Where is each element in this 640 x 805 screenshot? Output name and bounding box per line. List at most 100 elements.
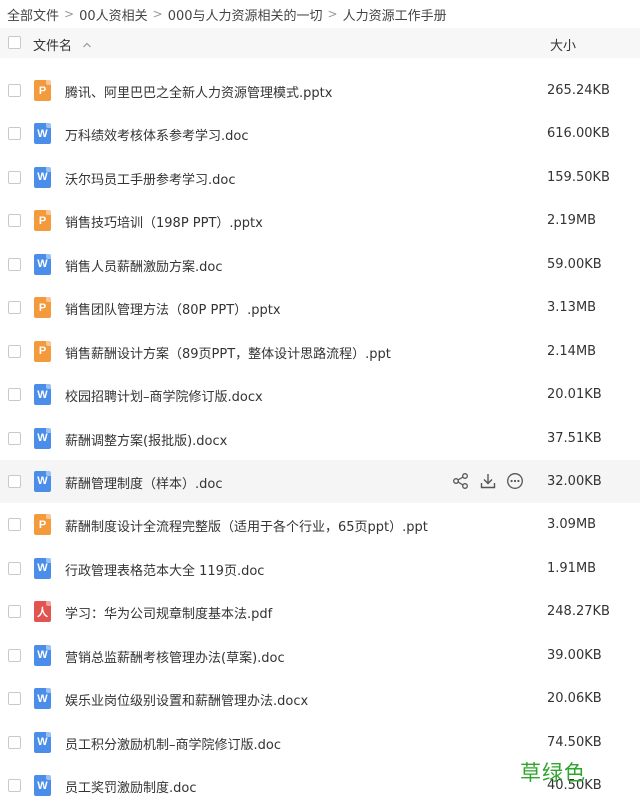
file-icon-letter: W [37, 127, 48, 140]
file-checkbox[interactable] [8, 257, 21, 271]
file-checkbox[interactable] [8, 648, 21, 662]
file-checkbox[interactable] [8, 561, 21, 575]
ppt-file-icon: P [34, 340, 51, 362]
word-file-icon: W [34, 731, 51, 753]
file-name[interactable]: 销售技巧培训（198P PPT）.pptx [65, 212, 263, 231]
file-icon-letter: P [38, 301, 47, 314]
share-icon[interactable] [452, 472, 470, 490]
file-icon-fold [46, 688, 51, 694]
file-icon-letter: P [38, 214, 47, 227]
file-icon-letter: W [37, 432, 48, 444]
file-row[interactable]: W 行政管理表格范本大全 119页.doc 1.91MB [0, 547, 640, 590]
file-name[interactable]: 娱乐业岗位级别设置和薪酬管理办法.docx [65, 690, 308, 709]
ppt-file-icon: P [34, 297, 51, 319]
file-icon-letter: W [37, 258, 48, 271]
file-name[interactable]: 校园招聘计划–商学院修订版.docx [65, 386, 263, 405]
file-size: 265.24KB [547, 83, 610, 98]
file-checkbox[interactable] [8, 735, 21, 749]
file-name[interactable]: 沃尔玛员工手册参考学习.doc [65, 169, 236, 188]
file-row[interactable]: 人 学习：华为公司规章制度基本法.pdf 248.27KB [0, 590, 640, 633]
file-checkbox[interactable] [8, 692, 21, 706]
word-file-icon: W [34, 123, 51, 145]
file-checkbox[interactable] [8, 474, 21, 488]
name-column-header[interactable]: 文件名 [33, 35, 92, 54]
file-size: 2.19MB [547, 213, 597, 229]
file-name[interactable]: 学习：华为公司规章制度基本法.pdf [65, 603, 272, 622]
breadcrumb-hr-related[interactable]: 00人资相关 [79, 5, 148, 24]
more-options-icon[interactable] [506, 472, 524, 490]
size-column-header[interactable]: 大小 [550, 35, 576, 54]
file-name[interactable]: 薪酬制度设计全流程完整版（适用于各个行业，65页ppt）.ppt [65, 516, 428, 535]
file-name[interactable]: 销售人员薪酬激励方案.doc [65, 256, 223, 275]
file-checkbox[interactable] [8, 301, 21, 315]
breadcrumb-separator: > [327, 7, 338, 21]
file-checkbox[interactable] [8, 431, 21, 445]
file-name[interactable]: 销售团队管理方法（80P PPT）.pptx [65, 299, 281, 318]
breadcrumb: 全部文件 > 00人资相关 > 000与人力资源相关的一切 > 人力资源工作手册 [7, 4, 447, 24]
file-icon-fold [46, 427, 51, 433]
file-row[interactable]: W 娱乐业岗位级别设置和薪酬管理办法.docx 20.06KB [0, 677, 640, 720]
file-name[interactable]: 薪酬管理制度（样本）.doc [65, 473, 223, 492]
file-icon-letter: P [38, 345, 47, 358]
file-icon-fold [46, 384, 51, 390]
file-icon-fold [46, 514, 51, 520]
file-checkbox[interactable] [8, 344, 21, 358]
file-row[interactable]: W 营销总监薪酬考核管理办法(草案).doc 39.00KB [0, 634, 640, 677]
download-icon[interactable] [479, 472, 497, 490]
file-row[interactable]: P 销售团队管理方法（80P PPT）.pptx 3.13MB [0, 286, 640, 329]
file-name[interactable]: 行政管理表格范本大全 119页.doc [65, 560, 264, 579]
breadcrumb-hr-everything[interactable]: 000与人力资源相关的一切 [168, 5, 323, 24]
file-row[interactable]: W 销售人员薪酬激励方案.doc 59.00KB [0, 243, 640, 286]
file-row[interactable]: W 沃尔玛员工手册参考学习.doc 159.50KB [0, 156, 640, 199]
file-size: 248.27KB [547, 604, 610, 620]
file-icon-fold [46, 340, 51, 346]
file-icon-fold [46, 210, 51, 216]
file-checkbox[interactable] [8, 518, 21, 532]
file-size: 3.13MB [547, 300, 597, 316]
breadcrumb-separator: > [64, 7, 75, 21]
file-name[interactable]: 万科绩效考核体系参考学习.doc [65, 125, 249, 144]
file-name[interactable]: 营销总监薪酬考核管理办法(草案).doc [65, 647, 285, 666]
word-file-icon: W [34, 427, 51, 449]
file-size: 20.01KB [547, 387, 602, 403]
file-icon-fold [46, 470, 51, 476]
file-checkbox[interactable] [8, 170, 21, 184]
pdf-file-icon: 人 [34, 601, 51, 623]
select-all-checkbox[interactable] [8, 36, 21, 49]
file-row[interactable]: W 校园招聘计划–商学院修订版.docx 20.01KB [0, 373, 640, 416]
file-row[interactable]: W 薪酬调整方案(报批版).docx 37.51KB [0, 417, 640, 460]
file-checkbox[interactable] [8, 388, 21, 402]
file-checkbox[interactable] [8, 127, 21, 141]
file-icon-fold [46, 123, 51, 129]
file-name[interactable]: 薪酬调整方案(报批版).docx [65, 430, 227, 449]
file-size: 32.00KB [547, 473, 602, 489]
file-checkbox[interactable] [8, 214, 21, 228]
file-name[interactable]: 销售薪酬设计方案（89页PPT，整体设计思路流程）.ppt [65, 343, 391, 362]
file-icon-letter: W [37, 388, 48, 401]
file-size: 159.50KB [547, 169, 610, 185]
file-size: 1.91MB [547, 560, 597, 576]
file-icon-fold [46, 775, 51, 780]
file-icon-letter: 人 [37, 606, 48, 619]
breadcrumb-separator: > [152, 7, 163, 21]
file-row[interactable]: P 薪酬制度设计全流程完整版（适用于各个行业，65页ppt）.ppt 3.09MB [0, 503, 640, 546]
file-row[interactable]: P 销售技巧培训（198P PPT）.pptx 2.19MB [0, 199, 640, 242]
file-checkbox[interactable] [8, 84, 21, 97]
file-size: 2.14MB [547, 343, 597, 359]
file-name[interactable]: 员工积分激励机制–商学院修订版.doc [65, 734, 281, 753]
file-row[interactable]: P 腾讯、阿里巴巴之全新人力资源管理模式.pptx 265.24KB [0, 69, 640, 112]
file-checkbox[interactable] [8, 605, 21, 619]
file-icon-letter: P [38, 518, 47, 531]
file-icon-fold [46, 166, 51, 172]
sort-ascending-icon [83, 42, 91, 47]
file-checkbox[interactable] [8, 779, 21, 792]
breadcrumb-all-files[interactable]: 全部文件 [7, 5, 59, 24]
file-name[interactable]: 员工奖罚激励制度.doc [65, 777, 197, 796]
ppt-file-icon: P [34, 80, 51, 101]
file-row[interactable]: P 销售薪酬设计方案（89页PPT，整体设计思路流程）.ppt 2.14MB [0, 330, 640, 373]
file-name[interactable]: 腾讯、阿里巴巴之全新人力资源管理模式.pptx [65, 82, 332, 101]
file-icon-letter: P [38, 84, 47, 97]
word-file-icon: W [34, 644, 51, 666]
file-row[interactable]: W 薪酬管理制度（样本）.doc 32.00KB [0, 459, 640, 504]
file-row[interactable]: W 万科绩效考核体系参考学习.doc 616.00KB [0, 112, 640, 155]
